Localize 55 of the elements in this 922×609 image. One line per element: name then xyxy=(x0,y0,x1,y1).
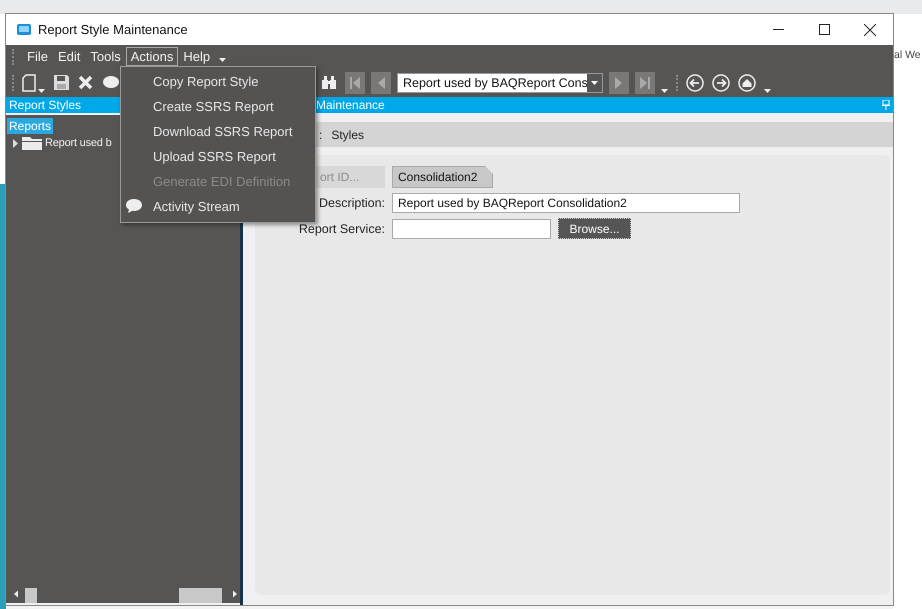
expand-arrow-icon[interactable] xyxy=(11,138,19,148)
previous-record-button[interactable] xyxy=(371,72,391,94)
menu-item[interactable]: Create SSRS Report xyxy=(121,94,315,119)
horizontal-scrollbar[interactable] xyxy=(6,585,240,605)
menu-item[interactable]: Copy Report Style xyxy=(121,69,315,94)
menu-item[interactable]: Help xyxy=(178,47,216,66)
menu-item[interactable]: Download SSRS Report xyxy=(121,119,315,144)
folder-icon xyxy=(22,136,42,150)
skip-back-icon xyxy=(349,76,361,90)
menu-item[interactable]: Edit xyxy=(52,47,86,66)
save-icon[interactable] xyxy=(53,74,70,91)
dropdown-button[interactable] xyxy=(587,74,602,92)
pin-icon[interactable] xyxy=(882,100,890,110)
tab-label: : xyxy=(319,128,322,142)
caret-icon xyxy=(591,80,598,84)
new-document-icon[interactable] xyxy=(22,74,36,92)
minimize-icon[interactable] xyxy=(772,29,784,30)
report-service-field[interactable] xyxy=(392,218,551,238)
background-text: al We xyxy=(894,49,922,61)
speech-bubble-icon xyxy=(125,198,143,214)
triangle-left-icon xyxy=(376,76,386,90)
home-icon[interactable] xyxy=(738,74,756,92)
binoculars-icon[interactable] xyxy=(321,75,337,90)
browse-button[interactable]: Browse... xyxy=(558,218,631,239)
triangle-right-icon xyxy=(614,76,624,90)
window-title: Report Style Maintenance xyxy=(38,22,188,37)
caret-icon[interactable] xyxy=(661,89,668,93)
menu-item[interactable]: Activity Stream xyxy=(121,194,315,219)
skip-forward-icon xyxy=(639,76,651,90)
comment-icon[interactable] xyxy=(103,75,119,90)
tree-item[interactable]: Report used b xyxy=(45,137,112,149)
menu-item[interactable]: Actions xyxy=(126,47,178,66)
maximize-icon[interactable] xyxy=(818,24,830,35)
last-record-button[interactable] xyxy=(635,72,655,94)
panel-title: Maintenance xyxy=(316,98,385,112)
report-id-field[interactable]: Consolidation2 xyxy=(392,166,493,188)
tab[interactable]: Styles xyxy=(331,128,364,142)
panel-title: Report Styles xyxy=(9,98,82,112)
delete-icon[interactable] xyxy=(78,75,93,90)
caret-icon[interactable] xyxy=(38,89,45,93)
forward-icon[interactable] xyxy=(712,74,730,92)
menu-item[interactable]: File xyxy=(22,47,53,66)
caret-icon[interactable] xyxy=(219,58,226,62)
close-icon[interactable] xyxy=(864,24,876,36)
field-label: Description: xyxy=(318,196,385,210)
menu-item[interactable]: Upload SSRS Report xyxy=(121,144,315,169)
record-selector[interactable]: Report used by BAQReport Cons xyxy=(397,72,603,92)
menu-item[interactable]: Tools xyxy=(85,47,126,66)
first-record-button[interactable] xyxy=(345,72,365,94)
field-label: Report Service: xyxy=(298,222,385,236)
app-icon xyxy=(16,22,32,36)
caret-icon[interactable] xyxy=(764,89,771,93)
back-icon[interactable] xyxy=(686,74,704,92)
next-record-button[interactable] xyxy=(609,72,629,94)
description-field[interactable]: Report used by BAQReport Consolidation2 xyxy=(392,193,740,213)
